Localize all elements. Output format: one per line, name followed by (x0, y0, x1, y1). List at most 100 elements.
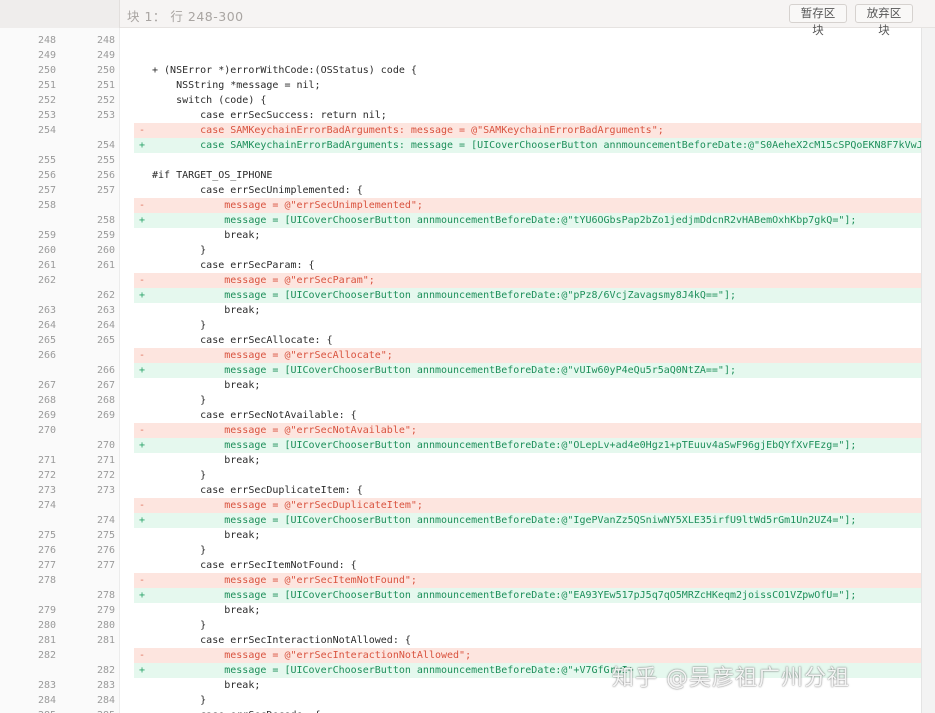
new-line-number: 252 (96, 95, 115, 106)
diff-line-context[interactable]: 281 281 case errSecInteractionNotAllowed:… (0, 633, 921, 648)
diff-line-context[interactable]: 252 252 switch (code) { (0, 93, 921, 108)
code-text: } (152, 395, 207, 406)
diff-line-context[interactable]: 272 272 } (0, 468, 921, 483)
old-line-number: 264 (37, 320, 56, 331)
added-marker: + (139, 140, 146, 151)
diff-line-context[interactable]: 271 271 break; (0, 453, 921, 468)
code-text: case SAMKeychainErrorBadArguments: messa… (152, 140, 921, 151)
diff-line-context[interactable]: 248 248 (0, 33, 921, 48)
code-text: message = @"errSecAllocate"; (152, 350, 393, 361)
code-text: } (152, 545, 207, 556)
vertical-scrollbar[interactable] (921, 28, 935, 713)
old-line-number: 261 (37, 260, 56, 271)
code-text: case errSecNotAvailable: { (152, 410, 357, 421)
old-line-number: 277 (37, 560, 56, 571)
diff-line-context[interactable]: 275 275 break; (0, 528, 921, 543)
code-text: switch (code) { (152, 95, 267, 106)
diff-line-context[interactable]: 255 255 (0, 153, 921, 168)
new-line-number: 278 (96, 590, 115, 601)
new-line-number: 264 (96, 320, 115, 331)
code-text: } (152, 470, 207, 481)
code-text: message = @"errSecItemNotFound"; (152, 575, 417, 586)
code-text: break; (152, 455, 261, 466)
diff-line-removed[interactable]: 258 - message = @"errSecUnimplemented"; (0, 198, 921, 213)
code-text: break; (152, 380, 261, 391)
old-line-number: 248 (37, 35, 56, 46)
added-marker: + (139, 590, 146, 601)
code-text: NSString *message = nil; (152, 80, 321, 91)
diff-line-context[interactable]: 273 273 case errSecDuplicateItem: { (0, 483, 921, 498)
code-text: } (152, 245, 207, 256)
code-text: case errSecDecode: { (152, 708, 320, 713)
old-line-number: 273 (37, 485, 56, 496)
diff-line-added[interactable]: 258 + message = [UICoverChooserButton ann… (0, 213, 921, 228)
diff-line-background (134, 33, 921, 48)
diff-line-removed[interactable]: 274 - message = @"errSecDuplicateItem"; (0, 498, 921, 513)
added-marker: + (139, 665, 146, 676)
diff-line-context[interactable]: 284 284 } (0, 693, 921, 708)
diff-line-context[interactable]: 260 260 } (0, 243, 921, 258)
old-line-number: 279 (37, 605, 56, 616)
diff-line-context[interactable]: 264 264 } (0, 318, 921, 333)
removed-marker: - (139, 350, 146, 361)
diff-line-context[interactable]: 276 276 } (0, 543, 921, 558)
added-marker: + (139, 215, 146, 226)
new-line-number: 266 (96, 365, 115, 376)
diff-line-added[interactable]: 254 + case SAMKeychainErrorBadArguments: … (0, 138, 921, 153)
diff-line-context[interactable]: 256 256 #if TARGET_OS_IPHONE (0, 168, 921, 183)
diff-line-context[interactable]: 263 263 break; (0, 303, 921, 318)
code-text: case errSecUnimplemented: { (152, 185, 363, 196)
removed-marker: - (139, 275, 146, 286)
new-line-number: 281 (96, 635, 115, 646)
diff-line-context[interactable]: 279 279 break; (0, 603, 921, 618)
diff-line-context[interactable]: 285 285 case errSecDecode: { (0, 708, 921, 713)
old-line-number: 276 (37, 545, 56, 556)
diff-view[interactable]: 248 248 249 249 250 250 + (NSError *)errorWith… (0, 28, 921, 713)
diff-line-context[interactable]: 277 277 case errSecItemNotFound: { (0, 558, 921, 573)
diff-line-removed[interactable]: 266 - message = @"errSecAllocate"; (0, 348, 921, 363)
code-text: break; (152, 230, 261, 241)
old-line-number: 259 (37, 230, 56, 241)
diff-line-context[interactable]: 269 269 case errSecNotAvailable: { (0, 408, 921, 423)
hunk-header: 块 1： 行 248-300 暂存区块 放弃区块 (0, 0, 935, 37)
diff-line-context[interactable]: 249 249 (0, 48, 921, 63)
diff-line-removed[interactable]: 270 - message = @"errSecNotAvailable"; (0, 423, 921, 438)
diff-line-context[interactable]: 261 261 case errSecParam: { (0, 258, 921, 273)
diff-line-context[interactable]: 253 253 case errSecSuccess: return nil; (0, 108, 921, 123)
diff-line-context[interactable]: 280 280 } (0, 618, 921, 633)
diff-line-context[interactable]: 267 267 break; (0, 378, 921, 393)
code-text: message = [UICoverChooserButton annmounc… (152, 440, 857, 451)
diff-line-added[interactable]: 270 + message = [UICoverChooserButton ann… (0, 438, 921, 453)
old-line-number: 269 (37, 410, 56, 421)
new-line-number: 249 (96, 50, 115, 61)
diff-line-added[interactable]: 266 + message = [UICoverChooserButton ann… (0, 363, 921, 378)
diff-line-added[interactable]: 262 + message = [UICoverChooserButton ann… (0, 288, 921, 303)
old-line-number: 256 (37, 170, 56, 181)
diff-line-context[interactable]: 250 250 + (NSError *)errorWithCode:(OSStat… (0, 63, 921, 78)
diff-line-added[interactable]: 278 + message = [UICoverChooserButton ann… (0, 588, 921, 603)
diff-line-removed[interactable]: 278 - message = @"errSecItemNotFound"; (0, 573, 921, 588)
new-line-number: 250 (96, 65, 115, 76)
new-line-number: 254 (96, 140, 115, 151)
new-line-number: 277 (96, 560, 115, 571)
new-line-number: 261 (96, 260, 115, 271)
diff-line-context[interactable]: 251 251 NSString *message = nil; (0, 78, 921, 93)
old-line-number: 266 (37, 350, 56, 361)
code-text: message = [UICoverChooserButton annmounc… (152, 665, 634, 676)
diff-line-removed[interactable]: 254 - case SAMKeychainErrorBadArguments: … (0, 123, 921, 138)
diff-line-added[interactable]: 274 + message = [UICoverChooserButton ann… (0, 513, 921, 528)
diff-line-context[interactable]: 257 257 case errSecUnimplemented: { (0, 183, 921, 198)
code-text: message = @"errSecDuplicateItem"; (152, 500, 423, 511)
diff-line-context[interactable]: 268 268 } (0, 393, 921, 408)
old-line-number: 262 (37, 275, 56, 286)
old-line-number: 251 (37, 80, 56, 91)
discard-hunk-button[interactable]: 放弃区块 (855, 4, 913, 37)
added-marker: + (139, 290, 146, 301)
diff-line-removed[interactable]: 262 - message = @"errSecParam"; (0, 273, 921, 288)
new-line-number: 268 (96, 395, 115, 406)
diff-line-context[interactable]: 259 259 break; (0, 228, 921, 243)
old-line-number: 249 (37, 50, 56, 61)
diff-line-context[interactable]: 265 265 case errSecAllocate: { (0, 333, 921, 348)
stash-hunk-button[interactable]: 暂存区块 (789, 4, 847, 37)
new-line-number: 262 (96, 290, 115, 301)
